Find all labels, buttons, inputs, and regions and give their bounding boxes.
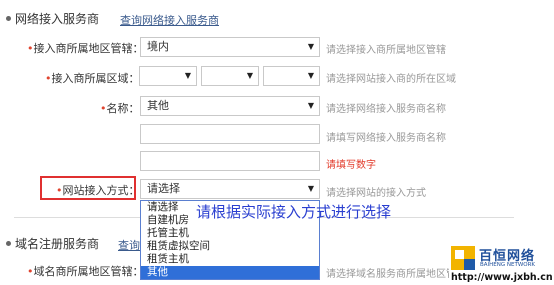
region-hint: 请选择网站接入商的所在区域 [326, 74, 456, 85]
access-method-label-row: •网站接入方式： [56, 182, 140, 198]
region-mgmt-value: 境内 [147, 40, 169, 53]
logo-mark-icon [451, 246, 475, 270]
chevron-down-icon: ▼ [184, 71, 191, 80]
section-title-access-provider: 网络接入服务商 [15, 12, 100, 26]
query-access-provider-link[interactable]: 查询网络接入服务商 [120, 12, 219, 28]
access-method-hint: 请选择网站的接入方式 [326, 188, 426, 199]
domain-region-hint: 请选择域名服务商所属地区管 [326, 269, 456, 280]
region-district-select[interactable]: ▼ [263, 66, 320, 86]
name-value: 其他 [147, 99, 169, 112]
dropdown-option[interactable]: 租赁虚拟空间 [141, 240, 319, 253]
dropdown-option[interactable]: 租赁主机 [141, 253, 319, 266]
brand-logo: 百恒网络 BAIHENG NETWORK http://www.jxbh.cn [449, 244, 554, 285]
logo-en-text: BAIHENG NETWORK [480, 262, 536, 268]
section-bullet [6, 16, 11, 21]
region-mgmt-hint: 请选择接入商所属地区管辖 [326, 45, 446, 56]
access-method-value: 请选择 [147, 182, 180, 195]
chevron-down-icon: ▼ [246, 71, 253, 80]
logo-url-text: http://www.jxbh.cn [451, 272, 553, 283]
captcha-hint: 请填写数字 [326, 160, 376, 171]
instruction-annotation: 请根据实际接入方式进行选择 [196, 203, 392, 221]
domain-region-label-row: •域名商所属地区管辖： [27, 263, 144, 279]
region-label-row: •接入商所属区域： [45, 70, 140, 86]
region-mgmt-select[interactable]: 境内 ▼ [140, 37, 320, 57]
name-text-input[interactable] [140, 124, 320, 144]
query-domain-registrar-link[interactable]: 查询 [118, 237, 140, 253]
region-mgmt-label-row: •接入商所属地区管辖： [27, 40, 144, 56]
chevron-down-icon: ▼ [307, 42, 314, 51]
chevron-down-icon: ▼ [307, 101, 314, 110]
region-mgmt-label: 接入商所属地区管辖： [33, 42, 144, 55]
chevron-down-icon: ▼ [307, 71, 314, 80]
region-label: 接入商所属区域： [51, 72, 140, 85]
name-select[interactable]: 其他 ▼ [140, 96, 320, 116]
domain-region-label: 域名商所属地区管辖： [33, 265, 144, 278]
dropdown-option-selected[interactable]: 其他 [141, 266, 319, 279]
chevron-down-icon: ▼ [307, 184, 314, 193]
section-bullet [6, 241, 11, 246]
access-method-label: 网站接入方式： [62, 184, 140, 197]
region-province-select[interactable]: ▼ [139, 66, 197, 86]
name-hint: 请选择网络接入服务商名称 [326, 104, 446, 115]
captcha-input[interactable] [140, 151, 320, 171]
region-city-select[interactable]: ▼ [201, 66, 259, 86]
name-label-row: •名称： [100, 100, 140, 116]
name-label: 名称： [106, 102, 140, 115]
name-input-hint: 请填写网络接入服务商名称 [326, 133, 446, 144]
access-method-select[interactable]: 请选择 ▼ [140, 179, 320, 199]
section-title-domain-registrar: 域名注册服务商 [15, 237, 100, 251]
dropdown-option[interactable]: 托管主机 [141, 227, 319, 240]
